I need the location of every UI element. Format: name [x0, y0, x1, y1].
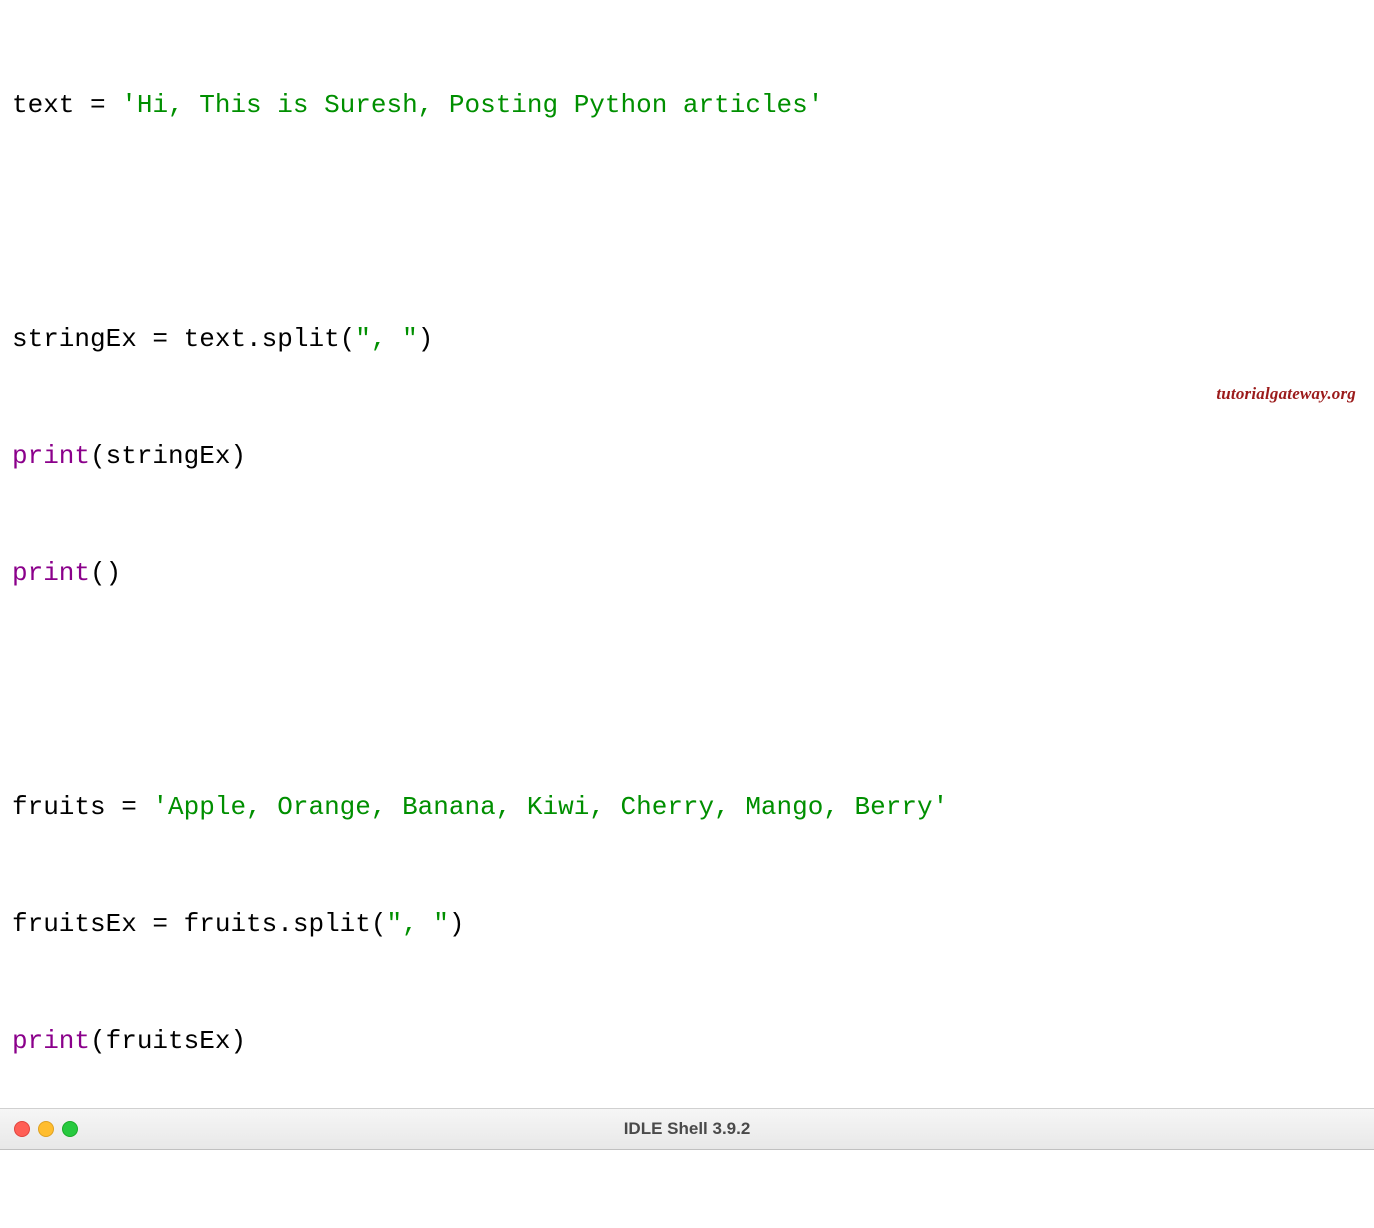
paren-close: )	[230, 1026, 246, 1056]
string-literal: ", "	[355, 324, 417, 354]
watermark-text: tutorialgateway.org	[1216, 384, 1356, 404]
equals-operator: =	[106, 792, 153, 822]
variable-name: stringEx	[106, 441, 231, 471]
code-line: stringEx = text.split(", ")	[12, 320, 1362, 359]
method-call: text.split(	[184, 324, 356, 354]
string-literal: 'Apple, Orange, Banana, Kiwi, Cherry, Ma…	[152, 792, 948, 822]
method-call: fruits.split(	[184, 909, 387, 939]
paren-open: (	[90, 1026, 106, 1056]
paren-close: )	[418, 324, 434, 354]
builtin-function: print	[12, 441, 90, 471]
string-literal: 'Hi, This is Suresh, Posting Python arti…	[121, 90, 823, 120]
maximize-icon[interactable]	[62, 1121, 78, 1137]
equals-operator: =	[137, 909, 184, 939]
builtin-function: print	[12, 558, 90, 588]
paren-open: (	[90, 441, 106, 471]
equals-operator: =	[74, 90, 121, 120]
variable-name: stringEx	[12, 324, 137, 354]
parens: ()	[90, 558, 121, 588]
window-title: IDLE Shell 3.9.2	[624, 1119, 751, 1139]
string-literal: ", "	[386, 909, 448, 939]
paren-close: )	[449, 909, 465, 939]
variable-name: text	[12, 90, 74, 120]
minimize-icon[interactable]	[38, 1121, 54, 1137]
equals-operator: =	[137, 324, 184, 354]
variable-name: fruitsEx	[106, 1026, 231, 1056]
code-line: print()	[12, 554, 1362, 593]
code-line: print(stringEx)	[12, 437, 1362, 476]
close-icon[interactable]	[14, 1121, 30, 1137]
code-editor[interactable]: text = 'Hi, This is Suresh, Posting Pyth…	[0, 0, 1374, 1108]
window-titlebar: IDLE Shell 3.9.2	[0, 1108, 1374, 1150]
code-line: fruits = 'Apple, Orange, Banana, Kiwi, C…	[12, 788, 1362, 827]
code-line: text = 'Hi, This is Suresh, Posting Pyth…	[12, 86, 1362, 125]
paren-close: )	[230, 441, 246, 471]
window-controls	[14, 1121, 78, 1137]
variable-name: fruits	[12, 792, 106, 822]
variable-name: fruitsEx	[12, 909, 137, 939]
code-line: print(fruitsEx)	[12, 1022, 1362, 1061]
code-line: fruitsEx = fruits.split(", ")	[12, 905, 1362, 944]
shell-output[interactable]: ['Hi', 'This is Suresh', 'Posting Python…	[0, 1150, 1374, 1228]
builtin-function: print	[12, 1026, 90, 1056]
blank-line	[12, 671, 1362, 710]
blank-line	[12, 203, 1362, 242]
